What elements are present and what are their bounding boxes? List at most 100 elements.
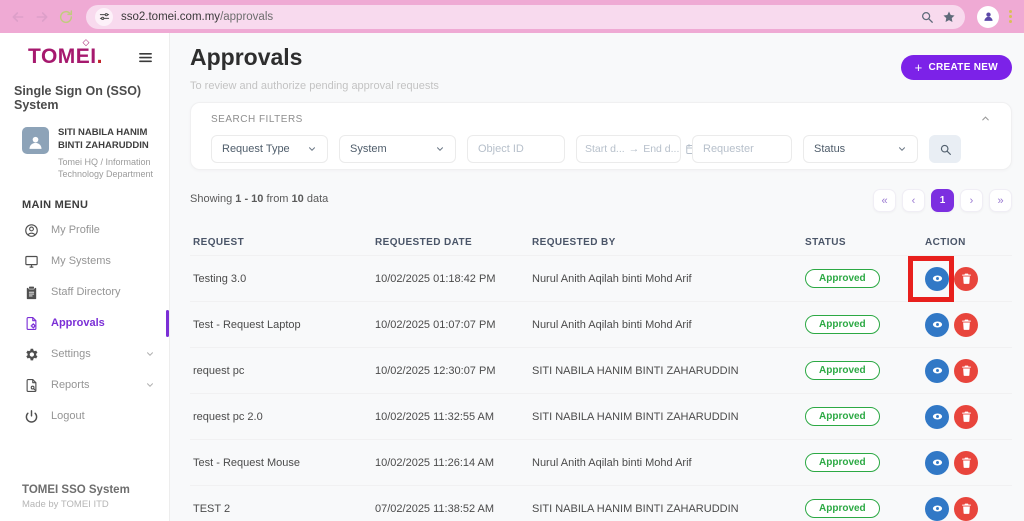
power-icon: [24, 409, 39, 424]
search-button[interactable]: [929, 135, 961, 163]
delete-button[interactable]: [954, 358, 978, 383]
forward-arrow-icon[interactable]: [34, 9, 50, 25]
object-id-input[interactable]: [467, 135, 565, 163]
request-type-select[interactable]: Request Type: [211, 135, 328, 163]
last-page-button[interactable]: »: [989, 189, 1012, 212]
cell-request: Test - Request Laptop: [193, 318, 301, 331]
plus-icon: +: [914, 60, 923, 75]
logo-text: TOMEI: [28, 45, 97, 68]
delete-button[interactable]: [954, 266, 978, 291]
app-frame: ◇ TOMEI. Single Sign On (SSO) System SITI…: [0, 33, 1024, 521]
col-request: REQUEST: [193, 236, 245, 248]
main-content: Approvals To review and authorize pendin…: [170, 33, 1024, 521]
sidebar-item-label: Staff Directory: [51, 286, 121, 299]
browser-profile-avatar[interactable]: [977, 5, 999, 28]
sidebar-item-my-systems[interactable]: My Systems: [0, 246, 169, 277]
cell-requested-by: Nurul Anith Aqilah binti Mohd Arif: [532, 456, 692, 469]
delete-button[interactable]: [954, 496, 978, 521]
gear-icon: [24, 347, 39, 362]
page-title: Approvals: [190, 44, 303, 70]
cell-actions: [908, 255, 1012, 302]
cell-status: Approved: [802, 407, 922, 426]
delete-button[interactable]: [954, 404, 978, 429]
tomei-logo[interactable]: ◇ TOMEI.: [28, 38, 103, 68]
url-domain: sso2.tomei.com.my: [121, 10, 221, 23]
back-arrow-icon[interactable]: [10, 9, 26, 25]
first-page-button[interactable]: «: [873, 189, 896, 212]
delete-button[interactable]: [954, 312, 978, 337]
col-action: ACTION: [925, 236, 966, 248]
start-date-placeholder: Start d...: [585, 143, 625, 155]
chevron-down-icon: [307, 144, 317, 154]
cell-actions: [922, 450, 1012, 475]
eye-icon: [932, 321, 942, 328]
user-avatar-icon: [22, 127, 49, 154]
delete-button[interactable]: [954, 450, 978, 475]
chevron-down-icon: [435, 144, 445, 154]
clipboard-icon: [24, 285, 39, 300]
status-select[interactable]: Status: [803, 135, 918, 163]
view-button[interactable]: [925, 450, 949, 475]
sidebar-item-staff-directory[interactable]: Staff Directory: [0, 277, 169, 308]
sidebar-item-approvals[interactable]: Approvals: [0, 308, 169, 339]
sidebar-item-logout[interactable]: Logout: [0, 401, 169, 432]
browser-toolbar: sso2.tomei.com.my/approvals: [0, 0, 1024, 33]
showing-count: Showing 1 - 10 from 10 data: [190, 193, 329, 205]
view-button[interactable]: [925, 312, 949, 337]
table-row: Testing 3.0 10/02/2025 01:18:42 PM Nurul…: [190, 255, 1012, 302]
sidebar-item-settings[interactable]: Settings: [0, 339, 169, 370]
main-menu-header: MAIN MENU: [22, 198, 89, 211]
showing-total: 10: [291, 193, 304, 205]
logo-dot: .: [96, 45, 103, 68]
cell-status: Approved: [802, 315, 922, 334]
system-select[interactable]: System: [339, 135, 456, 163]
prev-page-button[interactable]: ‹: [902, 189, 925, 212]
create-new-label: CREATE NEW: [928, 62, 998, 73]
sidebar-item-reports[interactable]: Reports: [0, 370, 169, 401]
cell-status: Approved: [802, 269, 922, 288]
system-label: System: [350, 143, 387, 155]
reload-icon[interactable]: [58, 9, 74, 25]
date-range-input[interactable]: Start d... → End d...: [576, 135, 697, 163]
view-button[interactable]: [925, 496, 949, 521]
trash-icon: [961, 319, 971, 330]
date-arrow: →: [628, 143, 640, 155]
url-text[interactable]: sso2.tomei.com.my/approvals: [121, 11, 912, 23]
table-row: request pc 10/02/2025 12:30:07 PM SITI N…: [190, 347, 1012, 393]
status-badge: Approved: [805, 269, 880, 288]
cell-status: Approved: [802, 499, 922, 518]
current-page-button[interactable]: 1: [931, 189, 954, 212]
table-row: Test - Request Mouse 10/02/2025 11:26:14…: [190, 439, 1012, 485]
view-button[interactable]: [925, 404, 949, 429]
eye-icon: [932, 275, 942, 282]
bookmark-star-icon[interactable]: [942, 10, 956, 24]
hamburger-menu-icon[interactable]: [138, 50, 153, 63]
eye-icon: [932, 459, 942, 466]
chevron-up-icon[interactable]: [980, 113, 991, 124]
next-page-button[interactable]: ›: [960, 189, 983, 212]
cell-request: TEST 2: [193, 502, 231, 515]
trash-icon: [961, 457, 971, 468]
table-row: request pc 2.0 10/02/2025 11:32:55 AM SI…: [190, 393, 1012, 439]
request-type-label: Request Type: [222, 143, 290, 155]
cell-actions: [922, 404, 1012, 429]
browser-menu-dots-icon[interactable]: [1007, 10, 1014, 23]
zoom-magnifier-icon[interactable]: [920, 10, 934, 24]
sidebar-item-label: My Systems: [51, 255, 111, 268]
create-new-button[interactable]: + CREATE NEW: [900, 55, 1012, 80]
table-header-row: REQUEST REQUESTED DATE REQUESTED BY STAT…: [190, 229, 1012, 255]
showing-range: 1 - 10: [235, 193, 264, 205]
user-circle-icon: [24, 223, 39, 238]
address-bar[interactable]: sso2.tomei.com.my/approvals: [86, 4, 965, 29]
view-button[interactable]: [925, 358, 949, 383]
user-name: SITI NABILA HANIM BINTI ZAHARUDDIN: [58, 127, 149, 151]
footer-title: TOMEI SSO System: [22, 484, 130, 496]
chevron-down-icon: [145, 380, 155, 390]
view-button[interactable]: [925, 266, 949, 291]
requester-input[interactable]: [692, 135, 792, 163]
cell-request: request pc: [193, 364, 245, 377]
sidebar-item-my-profile[interactable]: My Profile: [0, 215, 169, 246]
cell-requested-date: 07/02/2025 11:38:52 AM: [375, 502, 495, 515]
col-requested-by: REQUESTED BY: [532, 236, 616, 248]
site-settings-icon[interactable]: [95, 7, 113, 26]
